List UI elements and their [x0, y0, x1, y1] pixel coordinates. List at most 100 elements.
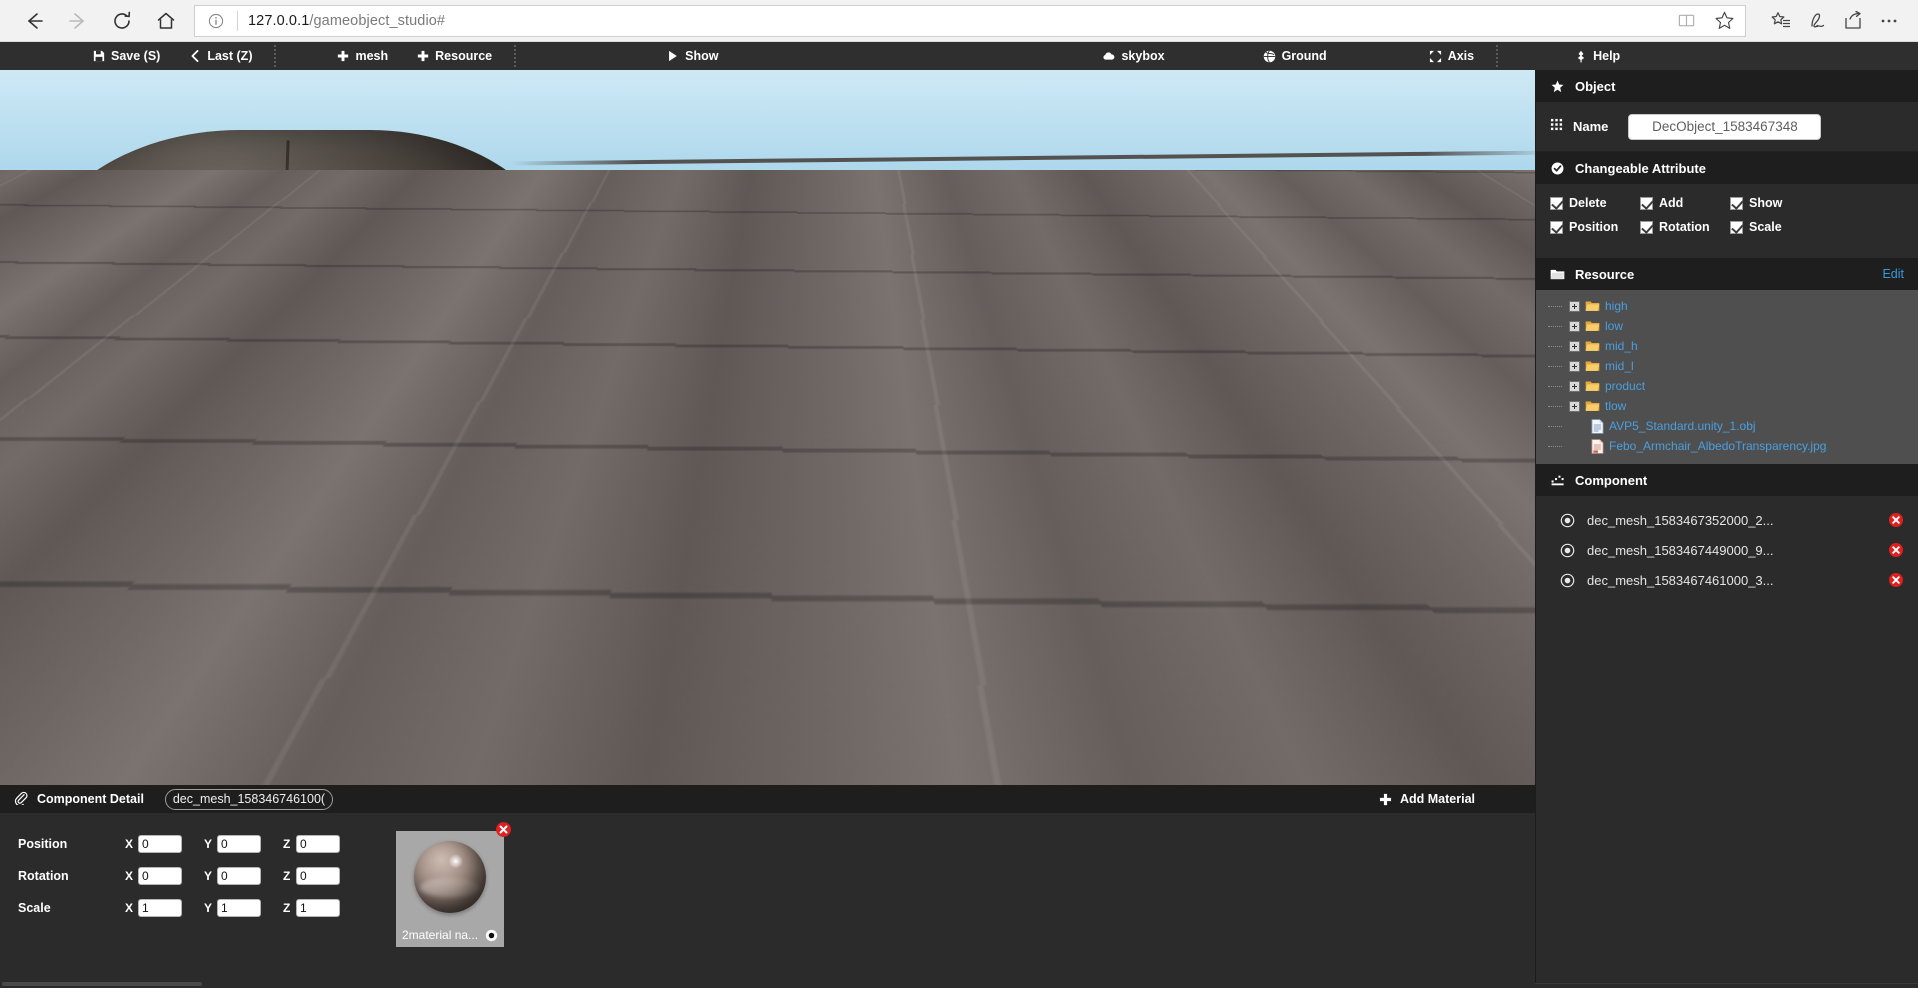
checkbox-icon[interactable]	[1640, 196, 1653, 210]
scrollbar-thumb[interactable]	[2, 982, 202, 986]
radio-selected-icon[interactable]	[485, 929, 498, 942]
tree-item-mid-h[interactable]: mid_h	[1536, 336, 1918, 356]
toolbar-last-button[interactable]: Last (Z)	[174, 42, 266, 70]
expand-icon[interactable]	[1569, 400, 1580, 412]
delete-circle-icon[interactable]	[495, 821, 512, 838]
tree-item-tlow[interactable]: tlow	[1536, 396, 1918, 416]
toolbar-skybox-button[interactable]: skybox	[1088, 42, 1178, 70]
refresh-button[interactable]	[100, 4, 144, 38]
toolbar-axis-button[interactable]: Axis	[1415, 42, 1488, 70]
more-options-icon[interactable]	[1872, 6, 1906, 36]
scale-x-input[interactable]	[138, 899, 182, 917]
back-button[interactable]	[12, 4, 56, 38]
sidebar-scrollbar[interactable]	[1535, 983, 1918, 988]
component-row[interactable]: dec_mesh_1583467352000_2...	[1536, 505, 1918, 535]
checkbox-rotation[interactable]: Rotation	[1640, 220, 1730, 234]
scale-y-input[interactable]	[217, 899, 261, 917]
material-thumbnail[interactable]	[396, 831, 504, 923]
right-sidebar: Object Name Changeable Attribute Delete	[1535, 70, 1918, 988]
url-host: 127.0.0.1	[248, 12, 310, 29]
add-material-button[interactable]: Add Material	[1379, 792, 1521, 806]
radio-selected-icon[interactable]	[1560, 513, 1575, 528]
web-note-icon[interactable]	[1800, 6, 1834, 36]
scene-viewport[interactable]	[0, 70, 1535, 785]
site-info-icon[interactable]	[205, 10, 227, 32]
expand-icon[interactable]	[1569, 360, 1580, 372]
expand-icon[interactable]	[1569, 380, 1580, 392]
tree-item-jpg-file[interactable]: Febo_Armchair_AlbedoTransparency.jpg	[1536, 436, 1918, 456]
component-row[interactable]: dec_mesh_1583467449000_9...	[1536, 535, 1918, 565]
resource-edit-link[interactable]: Edit	[1882, 267, 1904, 281]
delete-circle-icon[interactable]	[1888, 512, 1904, 528]
tree-item-high[interactable]: high	[1536, 296, 1918, 316]
reading-view-icon[interactable]	[1669, 6, 1703, 36]
forward-button[interactable]	[56, 4, 100, 38]
add-material-label: Add Material	[1399, 792, 1475, 806]
tree-connector	[1548, 305, 1562, 307]
resource-tree: high low mid_h mid_l product tlow AVP5_S…	[1536, 290, 1918, 464]
component-detail-input[interactable]	[164, 788, 333, 810]
bottom-horizontal-scrollbar[interactable]	[0, 982, 1535, 988]
position-x-input[interactable]	[138, 835, 182, 853]
rotation-x-input[interactable]	[138, 867, 182, 885]
tree-item-obj-file[interactable]: AVP5_Standard.unity_1.obj	[1536, 416, 1918, 436]
transform-grid: Position X Y Z Rotation X Y Z	[0, 813, 380, 988]
checkbox-icon[interactable]	[1640, 220, 1653, 234]
tree-item-mid-l[interactable]: mid_l	[1536, 356, 1918, 376]
transform-row-rotation: Rotation X Y Z	[18, 863, 380, 889]
checkbox-scale[interactable]: Scale	[1730, 220, 1782, 234]
toolbar-help-button[interactable]: Help	[1560, 42, 1634, 70]
expand-icon[interactable]	[1569, 300, 1580, 312]
folder-icon	[1585, 340, 1600, 352]
position-z-input[interactable]	[296, 835, 340, 853]
armchair-leg-rear	[187, 679, 219, 753]
expand-icon[interactable]	[1569, 320, 1580, 332]
axis-x-label: X	[125, 869, 134, 883]
toolbar-show-button[interactable]: Show	[652, 42, 732, 70]
object-name-input[interactable]	[1628, 113, 1822, 140]
checkbox-show[interactable]: Show	[1730, 196, 1782, 210]
tree-item-product[interactable]: product	[1536, 376, 1918, 396]
expand-icon[interactable]	[1569, 340, 1580, 352]
material-name: 2material na...	[402, 928, 479, 942]
material-card[interactable]: 2material na...	[396, 822, 511, 988]
favorites-hub-icon[interactable]	[1764, 6, 1798, 36]
axis-y-label: Y	[204, 901, 213, 915]
rotation-y-input[interactable]	[217, 867, 261, 885]
scale-z-input[interactable]	[296, 899, 340, 917]
toolbar-axis-label: Axis	[1447, 49, 1475, 63]
toolbar-save-button[interactable]: Save (S)	[78, 42, 174, 70]
plus-icon	[336, 50, 349, 63]
armchair-model[interactable]	[0, 120, 820, 753]
radio-selected-icon[interactable]	[1560, 543, 1575, 558]
checkbox-position[interactable]: Position	[1550, 220, 1640, 234]
tree-item-low[interactable]: low	[1536, 316, 1918, 336]
component-panel-header: Component	[1536, 464, 1918, 496]
tree-item-label: mid_h	[1605, 339, 1638, 353]
star-icon[interactable]	[1707, 6, 1741, 36]
checkbox-icon[interactable]	[1550, 220, 1563, 234]
toolbar-ground-button[interactable]: Ground	[1249, 42, 1341, 70]
component-row[interactable]: dec_mesh_1583467461000_3...	[1536, 565, 1918, 595]
position-y-input[interactable]	[217, 835, 261, 853]
object-panel-header: Object	[1536, 70, 1918, 102]
axis-z-label: Z	[283, 869, 291, 883]
radio-selected-icon[interactable]	[1560, 573, 1575, 588]
toolbar-mesh-button[interactable]: mesh	[322, 42, 402, 70]
rotation-z-input[interactable]	[296, 867, 340, 885]
component-name: dec_mesh_1583467352000_2...	[1587, 512, 1774, 528]
checkbox-icon[interactable]	[1730, 220, 1743, 234]
delete-circle-icon[interactable]	[1888, 542, 1904, 558]
checkbox-icon[interactable]	[1730, 196, 1743, 210]
home-button[interactable]	[144, 4, 188, 38]
toolbar-help-label: Help	[1593, 49, 1621, 63]
document-icon	[1591, 418, 1604, 434]
delete-circle-icon[interactable]	[1888, 572, 1904, 588]
checkbox-delete[interactable]: Delete	[1550, 196, 1640, 210]
toolbar-resource-button[interactable]: Resource	[402, 42, 506, 70]
address-bar[interactable]: 127.0.0.1/gameobject_studio#	[194, 4, 1746, 37]
share-icon[interactable]	[1836, 6, 1870, 36]
checkbox-add[interactable]: Add	[1640, 196, 1730, 210]
checkbox-icon[interactable]	[1550, 196, 1563, 210]
component-detail-title: Component Detail	[37, 792, 144, 806]
